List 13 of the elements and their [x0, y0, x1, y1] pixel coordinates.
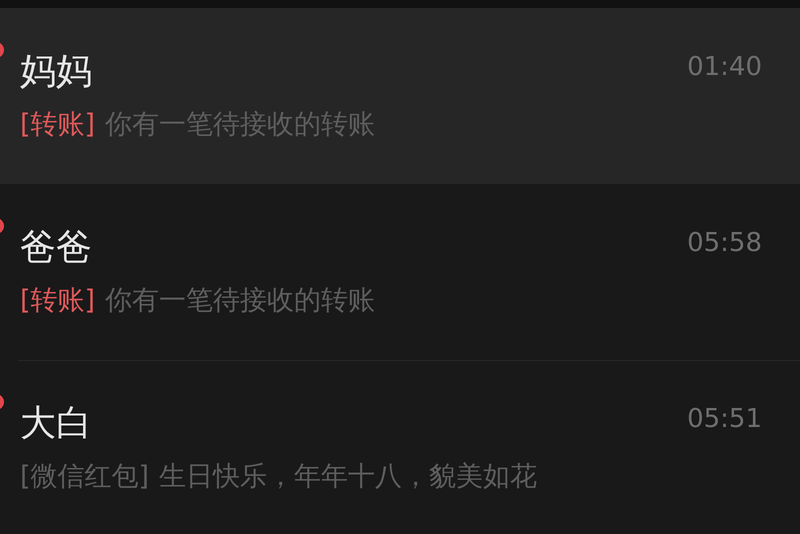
chat-row[interactable]: 妈妈 01:40 [转账] 你有一笔待接收的转账: [0, 8, 800, 184]
message-preview: 生日快乐，年年十八，貌美如花: [159, 460, 538, 494]
message-tag: [微信红包]: [20, 460, 150, 494]
contact-name: 爸爸: [20, 226, 92, 270]
message-time: 05:58: [687, 228, 762, 258]
message-time: 01:40: [687, 52, 762, 82]
contact-name: 大白: [20, 402, 92, 446]
message-preview: 你有一笔待接收的转账: [105, 284, 376, 318]
message-time: 05:51: [687, 404, 762, 434]
message-tag: [转账]: [20, 108, 96, 142]
message-tag: [转账]: [20, 284, 96, 318]
contact-name: 妈妈: [20, 50, 92, 94]
message-preview: 你有一笔待接收的转账: [105, 108, 376, 142]
